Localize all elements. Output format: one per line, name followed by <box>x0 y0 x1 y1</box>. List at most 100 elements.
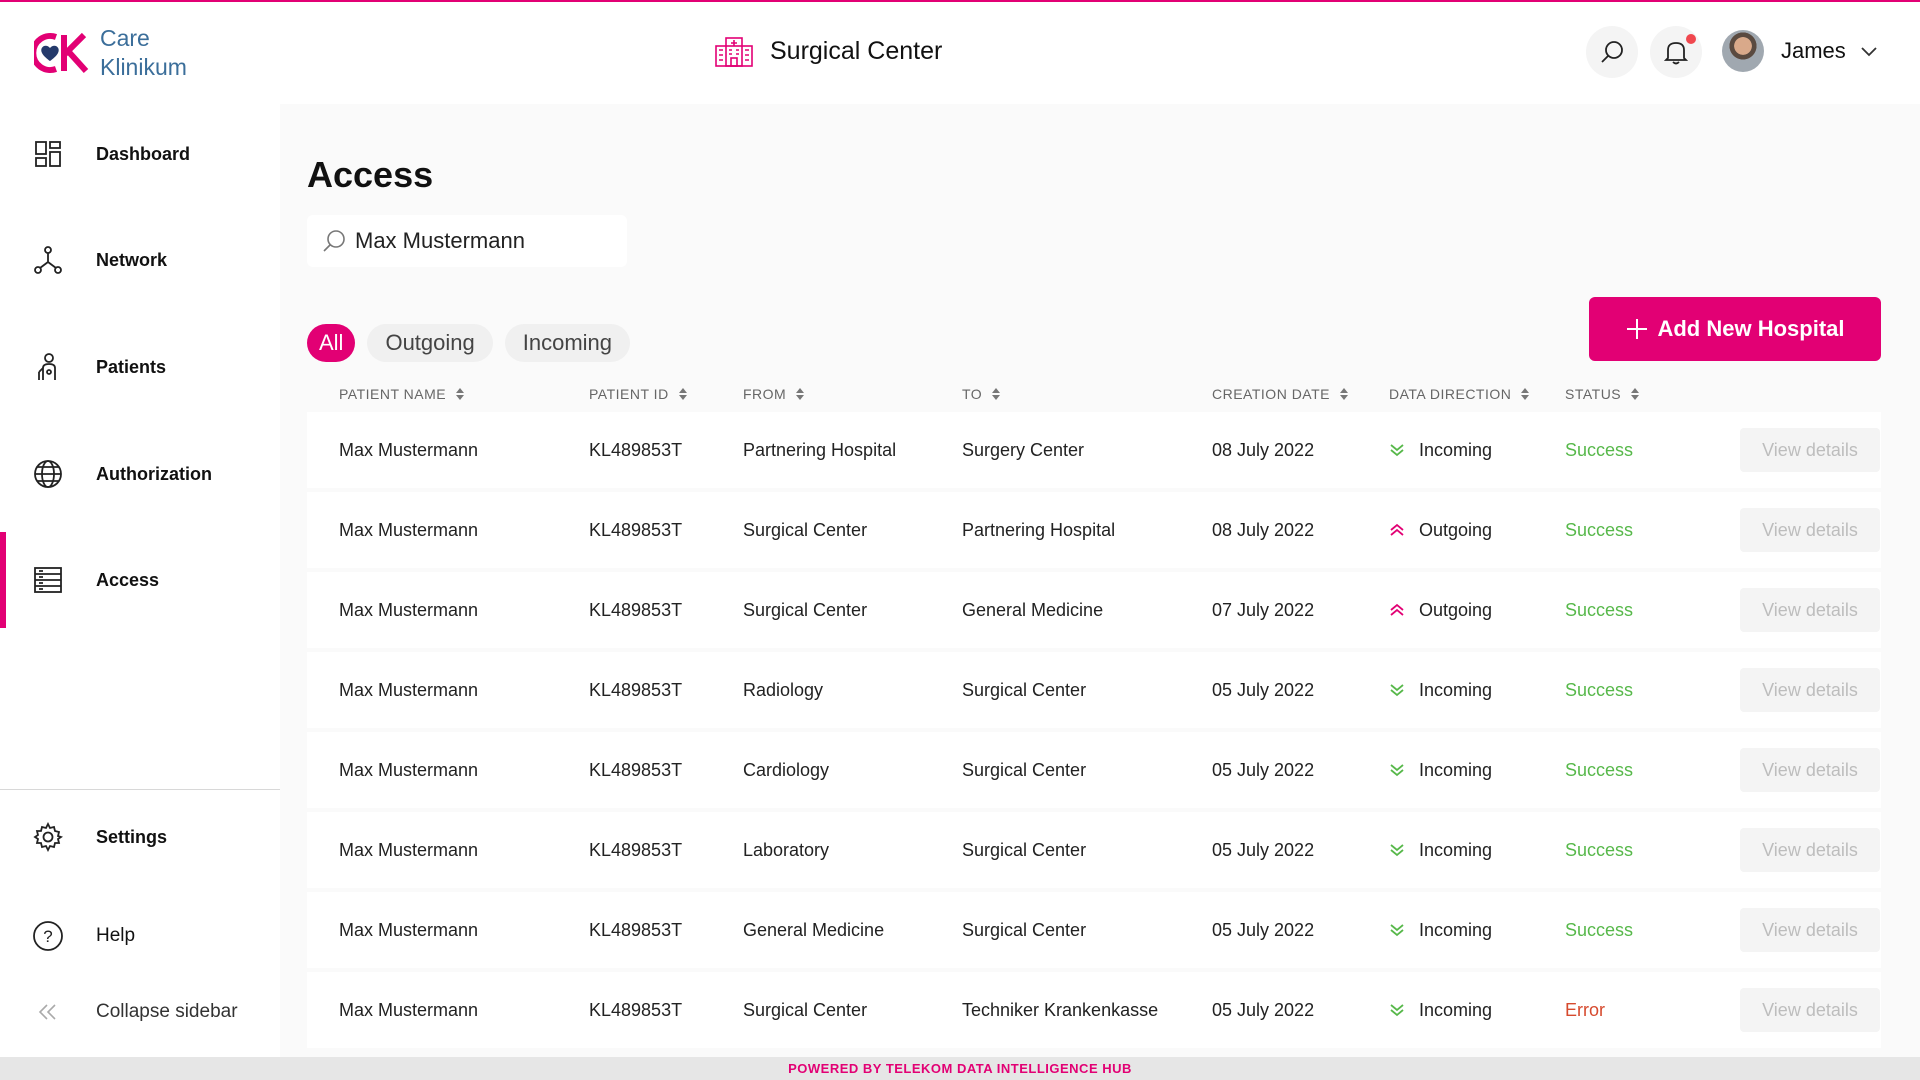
view-details-button[interactable]: View details <box>1740 668 1880 712</box>
notifications-button[interactable] <box>1650 26 1702 78</box>
incoming-arrow-icon <box>1389 843 1407 857</box>
sidebar-item-dashboard[interactable]: Dashboard <box>0 106 280 202</box>
table-header: Patient Name Patient ID From To Creation… <box>307 374 1881 412</box>
cell-patient-id: KL489853T <box>589 759 683 780</box>
table-row: Max Mustermann KL489853T Surgical Center… <box>307 572 1881 648</box>
settings-label: Settings <box>96 826 168 847</box>
add-new-hospital-button[interactable]: Add New Hospital <box>1589 297 1881 361</box>
filter-outgoing[interactable]: Outgoing <box>367 324 493 362</box>
sidebar-item-label: Dashboard <box>96 143 191 164</box>
table-row: Max Mustermann KL489853T Cardiology Surg… <box>307 732 1881 808</box>
direction-label: Outgoing <box>1419 599 1493 620</box>
patients-icon <box>32 351 64 383</box>
add-button-label: Add New Hospital <box>1657 316 1845 341</box>
logo-line1: Care <box>100 25 150 51</box>
view-details-button[interactable]: View details <box>1740 828 1880 872</box>
view-details-button[interactable]: View details <box>1740 428 1880 472</box>
notification-dot <box>1686 34 1696 44</box>
column-header-patient-name[interactable]: Patient Name <box>339 386 465 402</box>
cell-from: Cardiology <box>743 759 830 780</box>
sidebar-item-help[interactable]: ? Help <box>0 906 280 966</box>
sidebar-item-settings[interactable]: Settings <box>0 807 280 867</box>
filter-all[interactable]: All <box>307 324 356 362</box>
table-row: Max Mustermann KL489853T Radiology Surgi… <box>307 652 1881 728</box>
cell-creation-date: 05 July 2022 <box>1212 839 1315 860</box>
cell-creation-date: 05 July 2022 <box>1212 679 1315 700</box>
cell-patient-name: Max Mustermann <box>339 759 479 780</box>
cell-data-direction: Incoming <box>1389 812 1492 888</box>
cell-creation-date: 07 July 2022 <box>1212 599 1315 620</box>
view-details-button[interactable]: View details <box>1740 508 1880 552</box>
network-icon <box>32 244 64 276</box>
cell-patient-id: KL489853T <box>589 919 683 940</box>
cell-data-direction: Incoming <box>1389 892 1492 968</box>
hospital-icon <box>715 37 753 67</box>
footer-text: POWERED BY TELEKOM DATA INTELLIGENCE HUB <box>788 1061 1132 1076</box>
cell-patient-name: Max Mustermann <box>339 599 479 620</box>
header-title: Surgical Center <box>770 36 943 65</box>
access-table: Patient Name Patient ID From To Creation… <box>307 374 1881 1052</box>
column-header-from[interactable]: From <box>743 386 805 402</box>
direction-label: Incoming <box>1419 439 1493 460</box>
cell-patient-id: KL489853T <box>589 599 683 620</box>
user-menu[interactable]: James <box>1722 30 1878 72</box>
sidebar-item-access[interactable]: Access <box>0 532 280 628</box>
sort-icon <box>796 388 805 400</box>
cell-from: Partnering Hospital <box>743 439 897 460</box>
cell-to: Techniker Krankenkasse <box>962 999 1159 1020</box>
cell-patient-id: KL489853T <box>589 839 683 860</box>
view-details-button[interactable]: View details <box>1740 988 1880 1032</box>
direction-filters: All Outgoing Incoming <box>307 324 631 362</box>
bell-icon <box>1664 42 1688 65</box>
sidebar-divider <box>0 789 280 790</box>
incoming-arrow-icon <box>1389 1003 1407 1017</box>
cell-creation-date: 05 July 2022 <box>1212 919 1315 940</box>
outgoing-arrow-icon <box>1389 523 1407 537</box>
avatar <box>1722 30 1764 72</box>
sort-icon <box>1521 388 1530 400</box>
column-header-patient-id[interactable]: Patient ID <box>589 386 687 402</box>
incoming-arrow-icon <box>1389 683 1407 697</box>
globe-icon <box>32 458 64 490</box>
user-name: James <box>1781 38 1846 63</box>
cell-status: Success <box>1565 759 1634 780</box>
sidebar-item-network[interactable]: Network <box>0 212 280 308</box>
cell-patient-id: KL489853T <box>589 439 683 460</box>
footer: POWERED BY TELEKOM DATA INTELLIGENCE HUB <box>0 1057 1920 1080</box>
column-header-data-direction[interactable]: Data Direction <box>1389 386 1530 402</box>
cell-data-direction: Incoming <box>1389 732 1492 808</box>
cell-status: Error <box>1565 999 1605 1020</box>
main-content: Access All Outgoing Incoming Add New Hos… <box>280 104 1920 1057</box>
collapse-sidebar-button[interactable]: Collapse sidebar <box>0 982 280 1042</box>
direction-label: Outgoing <box>1419 519 1493 540</box>
cell-from: Surgical Center <box>743 999 868 1020</box>
outgoing-arrow-icon <box>1389 603 1407 617</box>
cell-patient-name: Max Mustermann <box>339 999 479 1020</box>
column-header-to[interactable]: To <box>962 386 1001 402</box>
cell-status: Success <box>1565 919 1634 940</box>
filter-incoming[interactable]: Incoming <box>504 324 631 362</box>
sidebar-item-label: Authorization <box>96 463 212 484</box>
cell-data-direction: Incoming <box>1389 972 1492 1048</box>
cell-from: Laboratory <box>743 839 830 860</box>
view-details-button[interactable]: View details <box>1740 748 1880 792</box>
cell-to: Surgery Center <box>962 439 1085 460</box>
sidebar-item-authorization[interactable]: Authorization <box>0 426 280 522</box>
patient-search[interactable] <box>307 215 627 267</box>
sidebar-item-patients[interactable]: Patients <box>0 319 280 415</box>
search-button[interactable] <box>1586 26 1638 78</box>
view-details-button[interactable]: View details <box>1740 908 1880 952</box>
sort-icon <box>456 388 465 400</box>
cell-data-direction: Incoming <box>1389 652 1492 728</box>
cell-status: Success <box>1565 519 1634 540</box>
cell-status: Success <box>1565 839 1634 860</box>
column-header-creation-date[interactable]: Creation Date <box>1212 386 1348 402</box>
view-details-button[interactable]: View details <box>1740 588 1880 632</box>
incoming-arrow-icon <box>1389 443 1407 457</box>
search-input[interactable] <box>355 228 615 254</box>
column-header-status[interactable]: Status <box>1565 386 1640 402</box>
cell-from: Surgical Center <box>743 599 868 620</box>
logo[interactable]: Care Klinikum <box>34 24 187 82</box>
cell-to: Surgical Center <box>962 759 1087 780</box>
table-row: Max Mustermann KL489853T Partnering Hosp… <box>307 412 1881 488</box>
